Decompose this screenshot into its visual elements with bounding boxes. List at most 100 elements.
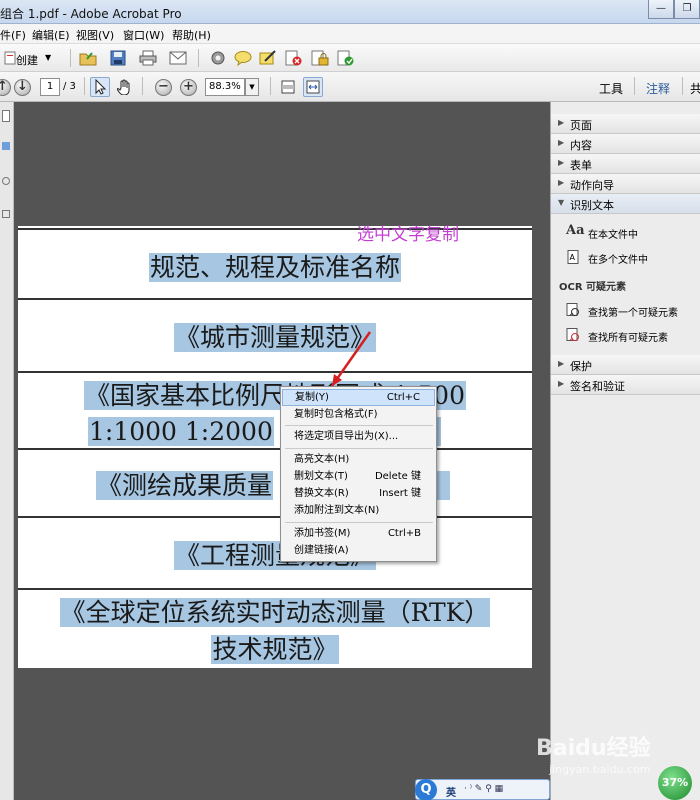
- toolbar-divider: [70, 49, 71, 67]
- svg-text:A: A: [570, 253, 576, 262]
- ocr-suspects-label: OCR 可疑元素: [559, 282, 627, 293]
- comment-bubble-icon[interactable]: [233, 48, 253, 68]
- context-menu: 复制(Y) Ctrl+C 复制时包含格式(F) 将选定项目导出为(X)... 高亮…: [280, 386, 437, 562]
- table-border: [18, 448, 532, 450]
- pdf-page[interactable]: 规范、规程及标准名称 《城市测量规范》 《国家基本比例尺地形图式 1:500 1…: [18, 226, 532, 668]
- zoom-in-icon[interactable]: +: [180, 79, 197, 96]
- chevron-down-icon[interactable]: ▼: [45, 53, 51, 62]
- section-recognize-text[interactable]: ▼ 识别文本: [551, 194, 700, 214]
- watermark-url: jingyan.baidu.com: [549, 763, 651, 776]
- comment-link[interactable]: 注释: [646, 80, 670, 97]
- ime-language[interactable]: 英: [446, 784, 456, 799]
- section-action-wizard[interactable]: ▶ 动作向导: [551, 174, 700, 194]
- signature-icon[interactable]: [2, 210, 10, 218]
- annotation-text: 选中文字复制: [357, 225, 459, 245]
- table-row[interactable]: 《国家基本比例尺地形图式 1:500: [18, 376, 532, 412]
- ime-logo-icon[interactable]: Q: [415, 779, 437, 800]
- menu-item-copy[interactable]: 复制(Y) Ctrl+C: [282, 389, 435, 406]
- select-cursor-icon[interactable]: [90, 77, 110, 97]
- window-title: 组合 1.pdf - Adobe Acrobat Pro: [0, 7, 182, 21]
- table-row[interactable]: 技术规范》: [18, 630, 532, 666]
- table-row[interactable]: 规范、规程及标准名称: [18, 248, 532, 284]
- menu-item-replace-text[interactable]: 替换文本(R) Insert 键: [282, 485, 435, 502]
- find-suspect-icon: [566, 303, 580, 317]
- watermark-logo: Baidu经验: [536, 736, 651, 761]
- section-forms[interactable]: ▶ 表单: [551, 154, 700, 174]
- sign-icon[interactable]: [258, 48, 278, 68]
- page-thumbnails-icon[interactable]: [2, 110, 10, 122]
- menu-item-copy-with-formatting[interactable]: 复制时包含格式(F): [282, 406, 435, 423]
- redact-icon[interactable]: [284, 48, 304, 68]
- menu-view[interactable]: 视图(V): [76, 27, 114, 43]
- expand-arrow-icon: ▶: [558, 359, 565, 368]
- battery-indicator: 37%: [658, 766, 692, 800]
- previous-page-icon[interactable]: ↑: [0, 79, 11, 96]
- open-folder-icon[interactable]: [78, 48, 98, 68]
- ime-toolbar[interactable]: Q 英 · ⁾ ✎ ⚲ ▦: [415, 779, 550, 800]
- toolbar-divider: [682, 77, 683, 95]
- collapse-arrow-icon: ▼: [558, 198, 565, 207]
- restore-button[interactable]: ❐: [674, 0, 700, 19]
- table-row[interactable]: 《测绘成果质量》: [18, 466, 532, 502]
- navigation-toolbar: ↑ ↓ 1 / 3 − + 88.3% ▼ 工具 注释 共: [0, 72, 700, 102]
- menu-edit[interactable]: 编辑(E): [32, 27, 70, 43]
- menu-item-strikethrough[interactable]: 删划文本(T) Delete 键: [282, 468, 435, 485]
- menu-help[interactable]: 帮助(H): [172, 27, 211, 43]
- create-button[interactable]: 创建: [16, 52, 38, 68]
- fit-width-icon[interactable]: [303, 77, 323, 97]
- toolbar-divider: [270, 77, 271, 95]
- text-icon: Aa: [566, 223, 585, 238]
- menu-file[interactable]: 件(F): [0, 27, 26, 43]
- section-protect[interactable]: ▶ 保护: [551, 355, 700, 375]
- zoom-level-input[interactable]: 88.3%: [205, 78, 245, 96]
- expand-arrow-icon: ▶: [558, 118, 565, 127]
- table-row[interactable]: 《城市测量规范》: [18, 318, 532, 354]
- print-icon[interactable]: [138, 48, 158, 68]
- menu-bar: 件(F) 编辑(E) 视图(V) 窗口(W) 帮助(H): [0, 24, 700, 44]
- tools-pane: ▶ 页面 ▶ 内容 ▶ 表单 ▶ 动作向导 ▼ 识别文本 Aa 在本文件中 A 在多个文件…: [550, 102, 700, 800]
- menu-divider: [285, 425, 433, 426]
- menu-item-add-note[interactable]: 添加附注到文本(N): [282, 502, 435, 519]
- menu-divider: [285, 448, 433, 449]
- table-row[interactable]: 1:1000 1:2000》: [18, 412, 532, 448]
- toolbar-divider: [198, 49, 199, 67]
- protect-icon[interactable]: [310, 48, 330, 68]
- expand-arrow-icon: ▶: [558, 138, 565, 147]
- fit-page-icon[interactable]: [278, 77, 298, 97]
- form-icon[interactable]: [336, 48, 356, 68]
- menu-item-export-selection[interactable]: 将选定项目导出为(X)...: [282, 428, 435, 445]
- menu-item-add-bookmark[interactable]: 添加书签(M) Ctrl+B: [282, 525, 435, 542]
- email-icon[interactable]: [168, 48, 188, 68]
- next-page-icon[interactable]: ↓: [14, 79, 31, 96]
- table-border: [18, 516, 532, 518]
- bookmark-icon[interactable]: [2, 142, 10, 150]
- menu-item-create-link[interactable]: 创建链接(A): [282, 542, 435, 559]
- ime-tools-icon[interactable]: · ⁾ ✎ ⚲ ▦: [464, 784, 503, 794]
- gear-icon[interactable]: [208, 48, 228, 68]
- section-sign-certify[interactable]: ▶ 签名和验证: [551, 375, 700, 395]
- share-link[interactable]: 共: [690, 80, 700, 97]
- title-bar: 组合 1.pdf - Adobe Acrobat Pro — ❐: [0, 0, 700, 24]
- section-pages[interactable]: ▶ 页面: [551, 114, 700, 134]
- menu-window[interactable]: 窗口(W): [123, 27, 164, 43]
- menu-item-highlight[interactable]: 高亮文本(H): [282, 451, 435, 468]
- expand-arrow-icon: ▶: [558, 379, 565, 388]
- save-icon[interactable]: [108, 48, 128, 68]
- multi-file-text-icon: A: [566, 250, 580, 264]
- tools-link[interactable]: 工具: [599, 80, 623, 97]
- minimize-button[interactable]: —: [648, 0, 674, 19]
- annotation-arrow: [330, 331, 372, 387]
- table-row[interactable]: 《全球定位系统实时动态测量（RTK）: [18, 593, 532, 629]
- hand-tool-icon[interactable]: [115, 77, 135, 97]
- zoom-out-icon[interactable]: −: [155, 79, 172, 96]
- attachment-icon[interactable]: [2, 177, 10, 185]
- table-border: [18, 298, 532, 300]
- toolbar-divider: [142, 77, 143, 95]
- page-number-input[interactable]: 1: [40, 78, 60, 96]
- main-toolbar: 创建 ▼: [0, 44, 700, 72]
- expand-arrow-icon: ▶: [558, 158, 565, 167]
- page-total: / 3: [63, 81, 76, 92]
- section-content[interactable]: ▶ 内容: [551, 134, 700, 154]
- table-row[interactable]: 《工程测量规范》: [18, 536, 532, 572]
- zoom-dropdown-icon[interactable]: ▼: [245, 78, 259, 96]
